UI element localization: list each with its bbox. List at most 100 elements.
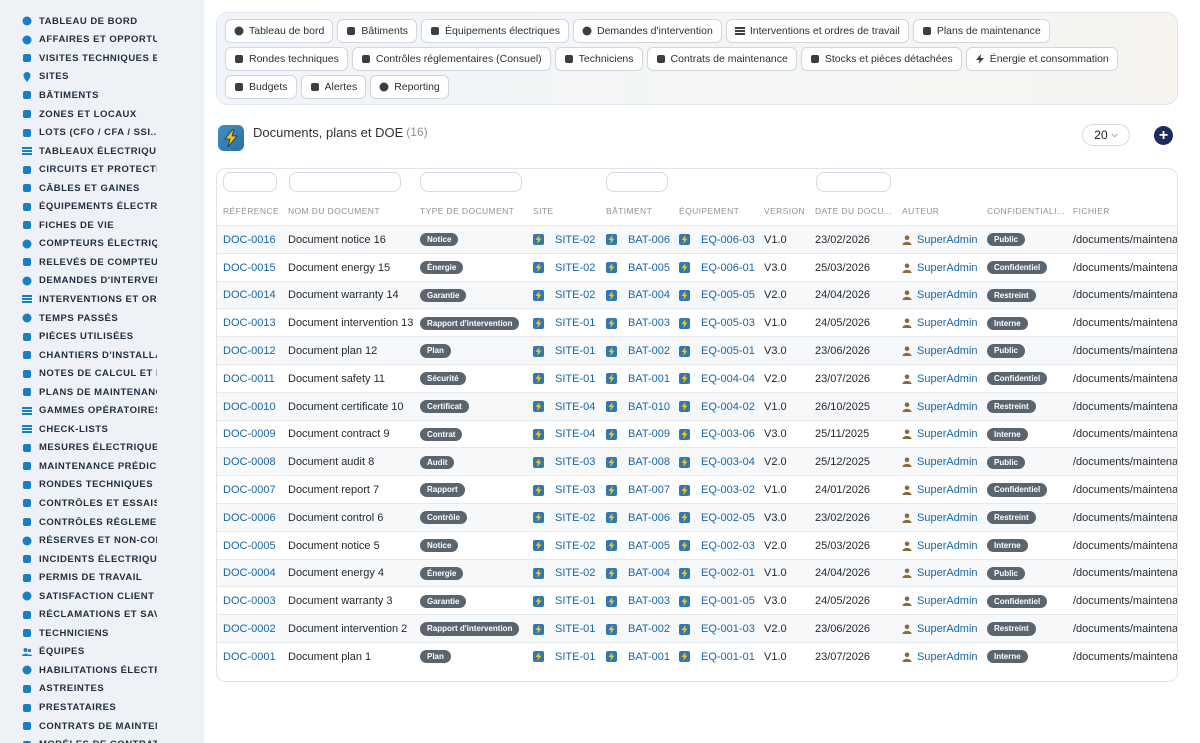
- author-link[interactable]: SuperAdmin: [917, 595, 978, 607]
- site-link[interactable]: SITE-03: [555, 484, 595, 496]
- building-link[interactable]: BAT-005: [628, 262, 670, 274]
- sidebar-item[interactable]: ZONES ET LOCAUX: [0, 105, 204, 124]
- sidebar-item[interactable]: INTERVENTIONS ET ORDI: [0, 290, 204, 309]
- author-link[interactable]: SuperAdmin: [917, 289, 978, 301]
- equipment-link[interactable]: EQ-003-02: [701, 484, 755, 496]
- shortcut-chip[interactable]: Interventions et ordres de travail: [725, 19, 909, 43]
- site-link[interactable]: SITE-01: [555, 623, 595, 635]
- filter-type-input[interactable]: [420, 172, 522, 192]
- reference-link[interactable]: DOC-0003: [223, 595, 276, 607]
- site-link[interactable]: SITE-04: [555, 401, 595, 413]
- building-link[interactable]: BAT-003: [628, 595, 670, 607]
- sidebar-item[interactable]: HABILITATIONS ÉLECTRI: [0, 661, 204, 680]
- sidebar-item[interactable]: ASTREINTES: [0, 680, 204, 699]
- sidebar-item[interactable]: CIRCUITS ET PROTECTIO: [0, 160, 204, 179]
- author-link[interactable]: SuperAdmin: [917, 262, 978, 274]
- building-link[interactable]: BAT-006: [628, 512, 670, 524]
- reference-link[interactable]: DOC-0013: [223, 317, 276, 329]
- per-page-select[interactable]: 20 ⌵: [1082, 124, 1130, 146]
- sidebar-item[interactable]: SITES: [0, 68, 204, 87]
- building-link[interactable]: BAT-008: [628, 456, 670, 468]
- reference-link[interactable]: DOC-0016: [223, 234, 276, 246]
- sidebar-item[interactable]: NOTES DE CALCUL ET ÉT: [0, 364, 204, 383]
- shortcut-chip[interactable]: Demandes d'intervention: [572, 19, 722, 43]
- author-link[interactable]: SuperAdmin: [917, 567, 978, 579]
- building-link[interactable]: BAT-010: [628, 401, 670, 413]
- table-row[interactable]: DOC-0010 Document certificate 10 Certifica…: [217, 391, 1177, 420]
- sidebar-item[interactable]: PLANS DE MAINTENANCE: [0, 383, 204, 402]
- equipment-link[interactable]: EQ-006-01: [701, 262, 755, 274]
- site-link[interactable]: SITE-02: [555, 567, 595, 579]
- reference-link[interactable]: DOC-0002: [223, 623, 276, 635]
- table-row[interactable]: DOC-0008 Document audit 8 Audit SITE-03 BAT-…: [217, 447, 1177, 476]
- sidebar-item[interactable]: CONTRATS DE MAINTENA: [0, 717, 204, 736]
- sidebar-item[interactable]: PIÈCES UTILISÉES: [0, 327, 204, 346]
- equipment-link[interactable]: EQ-005-05: [701, 289, 755, 301]
- site-link[interactable]: SITE-01: [555, 317, 595, 329]
- author-link[interactable]: SuperAdmin: [917, 651, 978, 663]
- sidebar-item[interactable]: LOTS (CFO / CFA / SSI...): [0, 123, 204, 142]
- building-link[interactable]: BAT-002: [628, 623, 670, 635]
- sidebar-item[interactable]: TEMPS PASSÉS: [0, 309, 204, 328]
- table-row[interactable]: DOC-0009 Document contract 9 Contrat SITE-0…: [217, 419, 1177, 448]
- sidebar-item[interactable]: BÂTIMENTS: [0, 86, 204, 105]
- column-header[interactable]: RÉFÉRENCE: [223, 206, 279, 216]
- sidebar-item[interactable]: MODÈLES DE CONTRATS: [0, 735, 204, 743]
- building-link[interactable]: BAT-004: [628, 289, 670, 301]
- table-row[interactable]: DOC-0011 Document safety 11 Sécurité SITE-0…: [217, 363, 1177, 392]
- equipment-link[interactable]: EQ-001-01: [701, 651, 755, 663]
- equipment-link[interactable]: EQ-006-03: [701, 234, 755, 246]
- sidebar-item[interactable]: PRESTATAIRES: [0, 698, 204, 717]
- filter-building-input[interactable]: [606, 172, 668, 192]
- equipment-link[interactable]: EQ-005-03: [701, 317, 755, 329]
- column-header[interactable]: TYPE DE DOCUMENT: [420, 206, 514, 216]
- sidebar-item[interactable]: AFFAIRES ET OPPORTUN: [0, 31, 204, 50]
- table-row[interactable]: DOC-0007 Document report 7 Rapport SITE-03 B…: [217, 475, 1177, 503]
- sidebar-item[interactable]: DEMANDES D'INTERVENT: [0, 272, 204, 291]
- equipment-link[interactable]: EQ-004-02: [701, 401, 755, 413]
- author-link[interactable]: SuperAdmin: [917, 428, 978, 440]
- sidebar-item[interactable]: ÉQUIPES: [0, 643, 204, 662]
- column-header[interactable]: CONFIDENTIALI...: [987, 206, 1065, 216]
- reference-link[interactable]: DOC-0009: [223, 428, 276, 440]
- author-link[interactable]: SuperAdmin: [917, 401, 978, 413]
- equipment-link[interactable]: EQ-003-04: [701, 456, 755, 468]
- table-row[interactable]: DOC-0012 Document plan 12 Plan SITE-01 BAT-0…: [217, 336, 1177, 364]
- building-link[interactable]: BAT-002: [628, 345, 670, 357]
- shortcut-chip[interactable]: Plans de maintenance: [912, 19, 1050, 43]
- reference-link[interactable]: DOC-0015: [223, 262, 276, 274]
- sidebar-item[interactable]: MESURES ÉLECTRIQUES: [0, 439, 204, 458]
- site-link[interactable]: SITE-02: [555, 289, 595, 301]
- sidebar-item[interactable]: CHECK-LISTS: [0, 420, 204, 439]
- sidebar-item[interactable]: TABLEAUX ÉLECTRIQUES: [0, 142, 204, 161]
- sidebar-item[interactable]: INCIDENTS ÉLECTRIQUES: [0, 550, 204, 569]
- table-row[interactable]: DOC-0016 Document notice 16 Notice SITE-02 B…: [217, 225, 1177, 253]
- column-header[interactable]: ÉQUIPEMENT: [679, 206, 739, 216]
- sidebar-item[interactable]: COMPTEURS ÉLECTRIQU: [0, 235, 204, 254]
- site-link[interactable]: SITE-02: [555, 540, 595, 552]
- column-header[interactable]: DATE DU DOCU...: [815, 206, 892, 216]
- shortcut-chip[interactable]: Tableau de bord: [225, 19, 334, 43]
- site-link[interactable]: SITE-01: [555, 651, 595, 663]
- equipment-link[interactable]: EQ-002-05: [701, 512, 755, 524]
- equipment-link[interactable]: EQ-004-04: [701, 373, 755, 385]
- add-document-button[interactable]: +: [1154, 126, 1173, 145]
- shortcut-chip[interactable]: Budgets: [225, 75, 297, 99]
- filter-reference-input[interactable]: [223, 172, 277, 192]
- author-link[interactable]: SuperAdmin: [917, 512, 978, 524]
- reference-link[interactable]: DOC-0007: [223, 484, 276, 496]
- reference-link[interactable]: DOC-0014: [223, 289, 276, 301]
- table-row[interactable]: DOC-0013 Document intervention 13 Rapport …: [217, 308, 1177, 336]
- table-row[interactable]: DOC-0004 Document energy 4 Énergie SITE-02 B…: [217, 558, 1177, 587]
- reference-link[interactable]: DOC-0001: [223, 651, 276, 663]
- building-link[interactable]: BAT-006: [628, 234, 670, 246]
- shortcut-chip[interactable]: Bâtiments: [337, 19, 417, 43]
- equipment-link[interactable]: EQ-003-06: [701, 428, 755, 440]
- building-link[interactable]: BAT-009: [628, 428, 670, 440]
- site-link[interactable]: SITE-01: [555, 595, 595, 607]
- reference-link[interactable]: DOC-0012: [223, 345, 276, 357]
- author-link[interactable]: SuperAdmin: [917, 373, 978, 385]
- filter-name-input[interactable]: [289, 172, 401, 192]
- table-row[interactable]: DOC-0006 Document control 6 Contrôle SITE-0…: [217, 502, 1177, 531]
- shortcut-chip[interactable]: Alertes: [300, 75, 367, 99]
